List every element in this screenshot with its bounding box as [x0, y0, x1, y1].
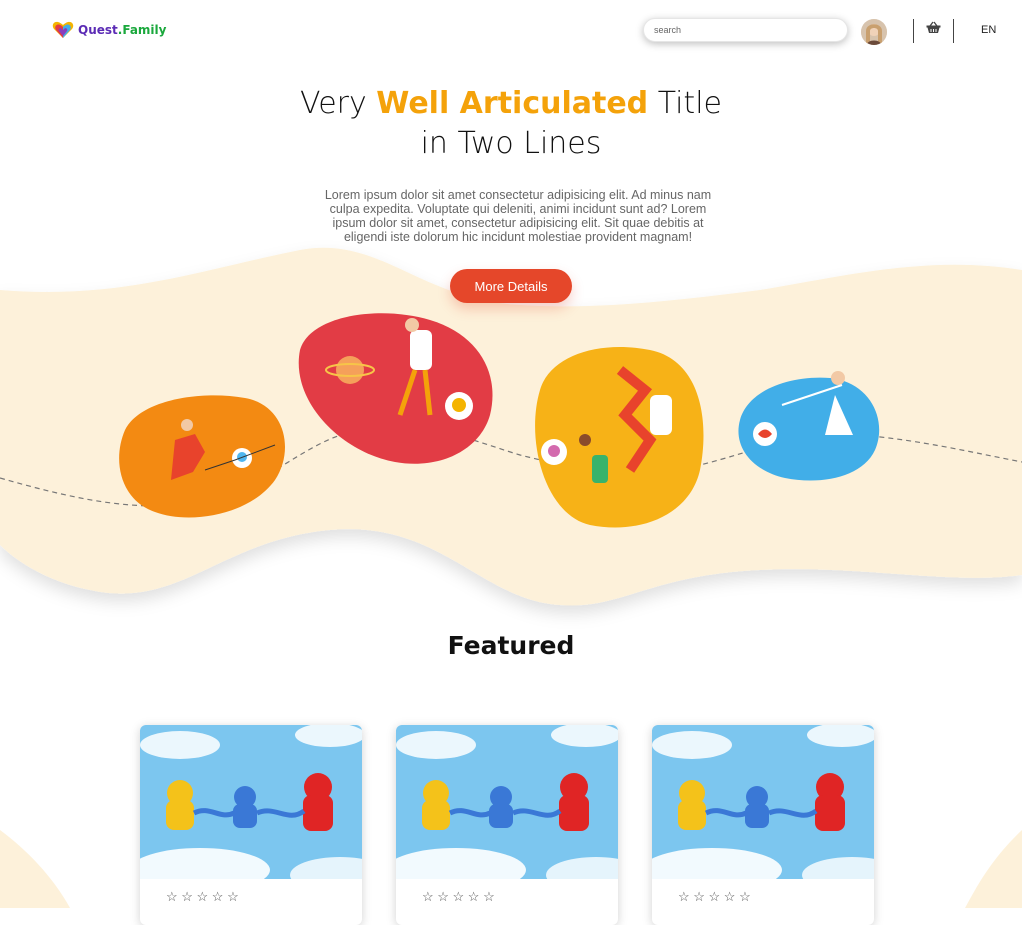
- heart-logo-icon: [52, 21, 74, 38]
- hero-description: Lorem ipsum dolor sit amet consectetur a…: [324, 188, 712, 244]
- search-input[interactable]: [643, 18, 848, 42]
- hero-title: Very Well Articulated Title in Two Lines: [300, 86, 722, 161]
- basket-button[interactable]: [926, 21, 941, 39]
- header-divider: [953, 19, 954, 43]
- card-image: [140, 725, 362, 879]
- language-selector[interactable]: EN: [981, 24, 996, 36]
- rating-stars[interactable]: ☆ ☆ ☆ ☆ ☆: [166, 889, 239, 905]
- basket-icon: [926, 21, 941, 33]
- rating-stars[interactable]: ☆ ☆ ☆ ☆ ☆: [678, 889, 751, 905]
- more-details-button[interactable]: More Details: [450, 269, 572, 303]
- featured-card[interactable]: ☆ ☆ ☆ ☆ ☆: [140, 725, 362, 925]
- header-divider: [913, 19, 914, 43]
- logo[interactable]: Quest.Family: [52, 21, 166, 39]
- card-image: [652, 725, 874, 879]
- featured-card[interactable]: ☆ ☆ ☆ ☆ ☆: [652, 725, 874, 925]
- avatar[interactable]: [861, 19, 887, 45]
- climbing-blob-illustration: [535, 346, 704, 528]
- rating-stars[interactable]: ☆ ☆ ☆ ☆ ☆: [422, 889, 495, 905]
- featured-card[interactable]: ☆ ☆ ☆ ☆ ☆: [396, 725, 618, 925]
- card-image: [396, 725, 618, 879]
- featured-heading: Featured: [447, 631, 575, 660]
- logo-text: Quest.Family: [78, 23, 167, 37]
